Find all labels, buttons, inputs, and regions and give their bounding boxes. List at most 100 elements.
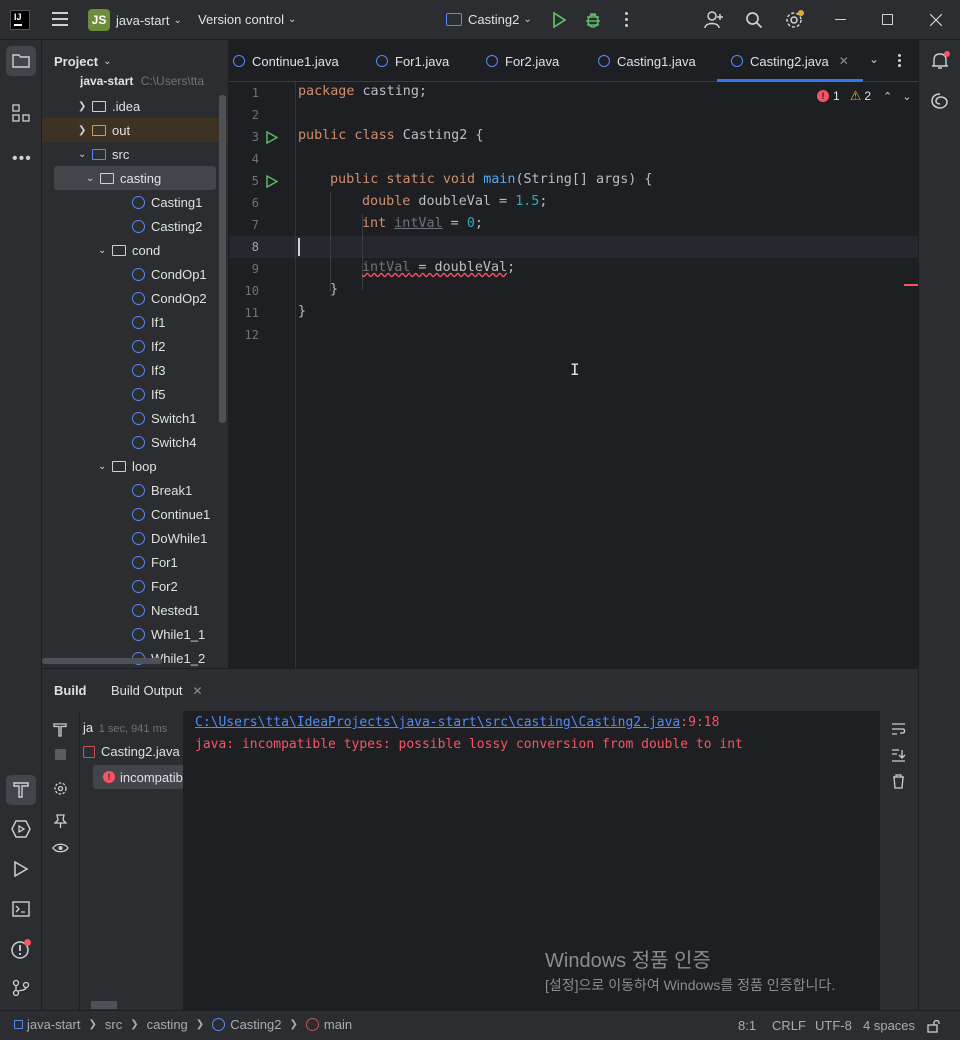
tree-item[interactable]: If2: [42, 334, 228, 358]
more-tools-icon[interactable]: •••: [12, 150, 32, 168]
soft-wrap-icon[interactable]: [891, 723, 906, 735]
run-tool-icon[interactable]: [13, 861, 29, 877]
project-switcher[interactable]: JS java-start ⌄: [88, 9, 182, 31]
build-tree-error[interactable]: ! incompatib: [93, 765, 183, 789]
notifications-icon[interactable]: [930, 51, 950, 71]
breadcrumb-project[interactable]: java-start: [27, 1017, 80, 1032]
main-menu-icon[interactable]: [52, 12, 68, 26]
tree-item[interactable]: While1_1: [42, 622, 228, 646]
search-icon[interactable]: [745, 11, 763, 29]
cursor-position[interactable]: 8:1: [738, 1018, 756, 1033]
tree-scrollbar[interactable]: [219, 95, 226, 423]
eye-icon[interactable]: [52, 842, 69, 854]
app-logo[interactable]: IJ: [10, 10, 30, 30]
chevron-down-icon[interactable]: ⌄: [86, 173, 100, 184]
chevron-right-icon[interactable]: ❯: [78, 101, 92, 112]
tree-item[interactable]: ⌄ cond: [42, 238, 228, 262]
hammer-icon[interactable]: [53, 723, 67, 737]
code-line-11[interactable]: }: [298, 304, 306, 319]
code-line-9[interactable]: intVal = doubleVal;: [362, 260, 515, 275]
tree-item[interactable]: If1: [42, 310, 228, 334]
problems-icon[interactable]: [11, 939, 31, 959]
output-file-link[interactable]: C:\Users\tta\IdeaProjects\java-start\src…: [195, 715, 680, 730]
prev-problem-icon[interactable]: ⌃: [883, 90, 892, 103]
tree-root[interactable]: java-start C:\Users\tta: [80, 74, 204, 90]
tree-item[interactable]: Casting1: [42, 190, 228, 214]
project-tool-button[interactable]: [6, 46, 36, 76]
breadcrumb-method[interactable]: main: [324, 1017, 352, 1032]
build-tool-button[interactable]: [6, 775, 36, 805]
tree-item[interactable]: Break1: [42, 478, 228, 502]
error-stripe-marker[interactable]: [904, 284, 918, 286]
editor-tab[interactable]: For2.java: [486, 40, 559, 82]
code-line-10[interactable]: }: [330, 282, 338, 297]
breadcrumb-package[interactable]: casting: [147, 1017, 188, 1032]
project-panel-header[interactable]: Project ⌄: [54, 54, 111, 69]
minimize-button[interactable]: [835, 19, 846, 20]
build-tree-file[interactable]: Casting2.java s: [83, 744, 183, 759]
file-encoding[interactable]: UTF-8: [815, 1018, 852, 1033]
git-icon[interactable]: [12, 979, 30, 997]
close-window-button[interactable]: [930, 14, 942, 26]
build-output-tab[interactable]: Build Output ✕: [111, 683, 203, 698]
scroll-to-end-icon[interactable]: [891, 749, 906, 762]
code-line-6[interactable]: double doubleVal = 1.5;: [362, 194, 547, 209]
tree-item[interactable]: ⌄ src: [42, 142, 228, 166]
terminal-icon[interactable]: [12, 901, 30, 917]
chevron-down-icon[interactable]: ⌄: [98, 245, 112, 256]
add-user-icon[interactable]: [704, 10, 724, 30]
tree-item[interactable]: Switch4: [42, 430, 228, 454]
close-icon[interactable]: ✕: [839, 54, 849, 68]
editor-tab[interactable]: Casting2.java ✕: [717, 40, 863, 82]
breadcrumb-class[interactable]: Casting2: [230, 1017, 281, 1032]
chevron-down-icon[interactable]: ⌄: [78, 149, 92, 160]
tree-item[interactable]: CondOp1: [42, 262, 228, 286]
tree-item[interactable]: If3: [42, 358, 228, 382]
tree-item[interactable]: While1_2: [42, 646, 228, 668]
tabs-more-icon[interactable]: [898, 54, 902, 67]
tree-item[interactable]: Nested1: [42, 598, 228, 622]
tree-item[interactable]: ❯ .idea: [42, 94, 228, 118]
tabs-overflow-icon[interactable]: ⌄: [869, 52, 879, 66]
services-icon[interactable]: [11, 820, 31, 838]
tree-item[interactable]: ⌄ casting: [54, 166, 216, 190]
breadcrumb-src[interactable]: src: [105, 1017, 122, 1032]
line-separator[interactable]: CRLF: [772, 1018, 806, 1033]
build-tree-hscrollbar[interactable]: [91, 1001, 117, 1009]
close-icon[interactable]: ✕: [193, 684, 203, 698]
lock-icon[interactable]: [927, 1019, 941, 1033]
code-line-5[interactable]: public static void main(String[] args) {: [330, 172, 653, 187]
editor-tab[interactable]: Casting1.java: [598, 40, 696, 82]
more-actions-icon[interactable]: [625, 12, 629, 27]
code-line-7[interactable]: int intVal = 0;: [362, 216, 483, 231]
tree-item[interactable]: Switch1: [42, 406, 228, 430]
next-problem-icon[interactable]: ⌄: [902, 90, 911, 103]
tree-item[interactable]: For2: [42, 574, 228, 598]
editor-tab[interactable]: Continue1.java: [233, 40, 339, 82]
build-tab[interactable]: Build: [54, 683, 87, 698]
indent-setting[interactable]: 4 spaces: [863, 1018, 915, 1033]
tree-item[interactable]: For1: [42, 550, 228, 574]
editor-tab[interactable]: For1.java: [376, 40, 449, 82]
tree-item[interactable]: Casting2: [42, 214, 228, 238]
structure-icon[interactable]: [12, 104, 30, 122]
tree-hscrollbar[interactable]: [42, 658, 162, 664]
code-line-1[interactable]: package casting;: [298, 84, 427, 99]
maximize-button[interactable]: [882, 14, 893, 25]
run-gutter-icon[interactable]: [266, 131, 278, 144]
pin-icon[interactable]: [54, 814, 67, 829]
stop-icon[interactable]: [55, 749, 66, 760]
run-icon[interactable]: [552, 12, 566, 28]
settings-icon[interactable]: [784, 10, 804, 30]
run-config-selector[interactable]: Casting2 ⌄: [446, 12, 532, 27]
debug-icon[interactable]: [584, 11, 602, 29]
tree-item[interactable]: ❯ out: [42, 118, 228, 142]
code-line-3[interactable]: public class Casting2 {: [298, 128, 483, 143]
tree-item[interactable]: Continue1: [42, 502, 228, 526]
tree-item[interactable]: DoWhile1: [42, 526, 228, 550]
tree-item[interactable]: If5: [42, 382, 228, 406]
vcs-menu[interactable]: Version control ⌄: [198, 12, 296, 27]
tree-item[interactable]: ⌄ loop: [42, 454, 228, 478]
ai-assistant-icon[interactable]: [930, 92, 950, 110]
gear-icon[interactable]: [53, 781, 68, 796]
